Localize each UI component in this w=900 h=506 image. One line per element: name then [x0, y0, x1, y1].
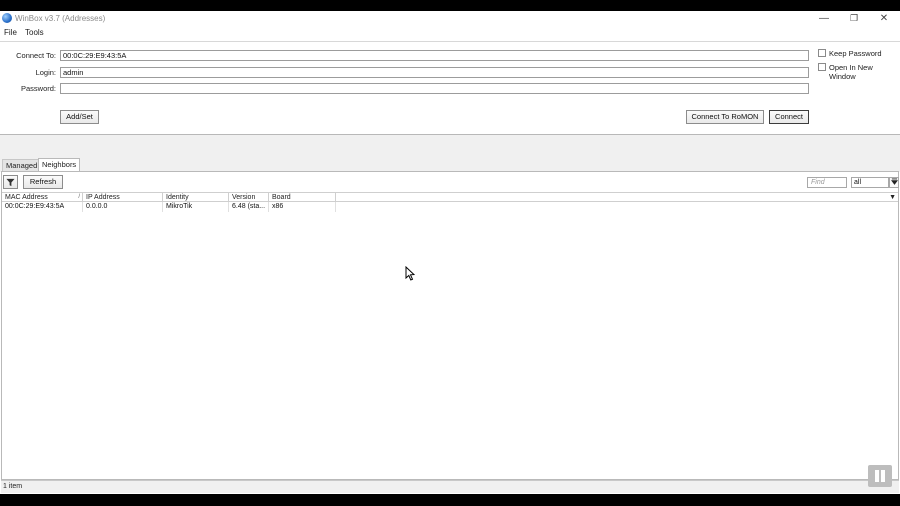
column-identity[interactable]: Identity: [163, 193, 229, 202]
connect-to-label: Connect To:: [16, 51, 56, 60]
filter-icon: [6, 178, 15, 187]
cell-ip-address: 0.0.0.0: [83, 202, 163, 212]
cell-version: 6.48 (sta...: [229, 202, 269, 212]
column-board[interactable]: Board: [269, 193, 336, 202]
title-bar: WinBox v3.7 (Addresses) — ❐ ✕: [0, 11, 900, 27]
keep-password-checkbox[interactable]: [818, 49, 826, 57]
refresh-button[interactable]: Refresh: [23, 175, 63, 189]
down-arrow-icon: [890, 178, 898, 185]
menu-tools[interactable]: Tools: [25, 28, 44, 37]
cell-mac-address: 00:0C:29:E9:43:5A: [2, 202, 83, 212]
keep-password-label: Keep Password: [829, 49, 882, 58]
column-label: MAC Address: [5, 194, 48, 201]
filter-select-arrow-icon[interactable]: [889, 177, 899, 188]
add-set-button[interactable]: Add/Set: [60, 110, 99, 124]
table-header: MAC Address / IP Address Identity Versio…: [2, 192, 898, 202]
column-chooser-icon[interactable]: ▼: [889, 194, 896, 201]
letterbox-bottom: [0, 494, 900, 506]
menu-bar: File Tools: [0, 27, 900, 40]
window-title: WinBox v3.7 (Addresses): [15, 14, 106, 23]
letterbox-top: [0, 0, 900, 11]
neighbors-panel: Refresh Find all MAC Address / IP Addres…: [1, 171, 899, 480]
column-mac-address[interactable]: MAC Address /: [2, 193, 83, 202]
connect-to-input[interactable]: 00:0C:29:E9:43:5A: [60, 50, 809, 61]
winbox-window: WinBox v3.7 (Addresses) — ❐ ✕ File Tools…: [0, 11, 900, 494]
status-bar: 1 item: [1, 480, 899, 493]
tab-neighbors[interactable]: Neighbors: [38, 158, 81, 172]
connect-form: Connect To: 00:0C:29:E9:43:5A Login: adm…: [0, 41, 900, 134]
login-input[interactable]: admin: [60, 67, 809, 78]
winbox-app-icon: [2, 13, 12, 23]
pause-button[interactable]: [868, 465, 892, 487]
open-new-window-checkbox[interactable]: [818, 63, 826, 71]
panel-toolbar: Refresh Find all: [2, 172, 899, 192]
column-version[interactable]: Version: [229, 193, 269, 202]
tab-strip: Managed Neighbors: [0, 156, 900, 172]
column-ip-address[interactable]: IP Address: [83, 193, 163, 202]
password-label: Password:: [20, 84, 56, 93]
filter-button[interactable]: [3, 175, 18, 189]
menu-file[interactable]: File: [4, 28, 17, 37]
login-label: Login:: [35, 68, 56, 77]
cell-board: x86: [269, 202, 336, 212]
cell-identity: MikroTik: [163, 202, 229, 212]
separator-band: [0, 134, 900, 156]
mouse-cursor-icon: [405, 266, 415, 281]
find-input[interactable]: Find: [807, 177, 847, 188]
pause-icon: [875, 470, 879, 482]
open-new-window-label: Open In New Window: [829, 63, 873, 81]
pause-icon-bar: [881, 470, 885, 482]
minimize-button[interactable]: —: [814, 12, 834, 25]
restore-button[interactable]: ❐: [844, 12, 864, 25]
close-button[interactable]: ✕: [874, 12, 894, 25]
connect-button[interactable]: Connect: [769, 110, 809, 124]
password-input[interactable]: [60, 83, 809, 94]
filter-select[interactable]: all: [851, 177, 889, 188]
table-row[interactable]: 00:0C:29:E9:43:5A 0.0.0.0 MikroTik 6.48 …: [2, 202, 898, 212]
connect-to-romon-button[interactable]: Connect To RoMON: [686, 110, 764, 124]
sort-indicator-icon: /: [78, 194, 80, 200]
